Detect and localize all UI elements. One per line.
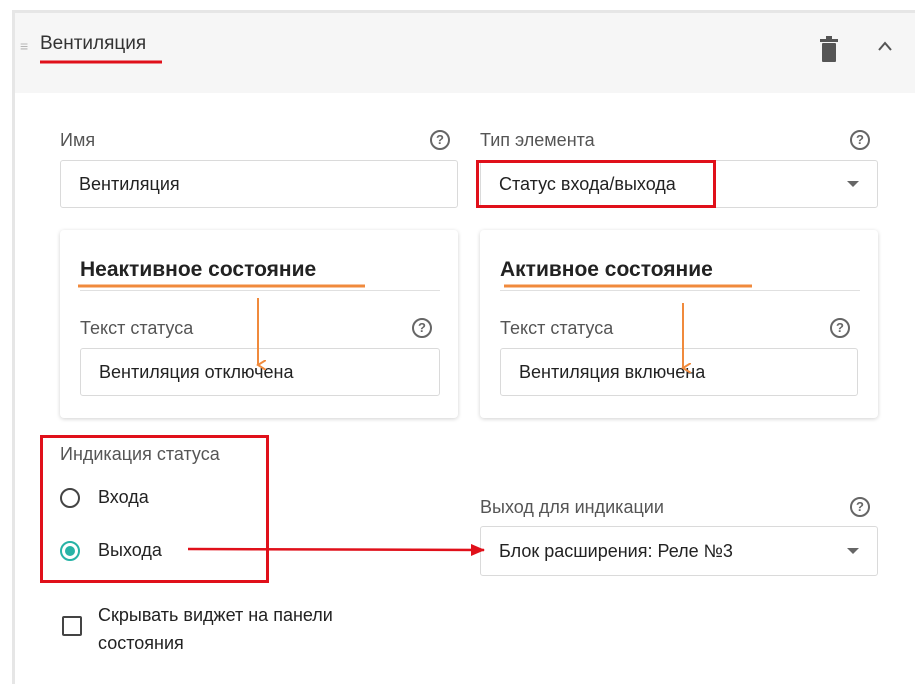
active-status-text-label: Текст статуса [500,318,614,338]
panel-header[interactable]: ≡ Вентиляция [15,13,915,93]
help-icon[interactable]: ? [830,318,850,338]
output-indication-select[interactable]: Блок расширения: Реле №3 [480,526,878,576]
name-label: Имя [60,130,96,150]
active-state-card: Активное состояние Текст статуса ? Венти… [480,230,878,418]
hide-widget-label-line1: Скрывать виджет на панели [98,605,333,625]
annotation-box-status [40,435,269,583]
inactive-card-title: Неактивное состояние [80,258,317,281]
hide-widget-label[interactable]: Скрывать виджет на панели состояния [98,601,333,657]
hide-widget-checkbox[interactable] [62,616,82,636]
inactive-status-text-value: Вентиляция отключена [99,361,294,382]
active-status-text-input[interactable]: Вентиляция включена [500,348,858,396]
dropdown-caret-icon [847,181,859,187]
active-status-text-value: Вентиляция включена [519,361,706,382]
element-type-label: Тип элемента [480,130,595,150]
help-icon[interactable]: ? [850,497,870,517]
panel-title: Вентиляция [40,33,147,54]
help-icon[interactable]: ? [412,318,432,338]
chevron-up-icon[interactable] [877,40,893,52]
help-icon[interactable]: ? [430,130,450,150]
divider [500,290,860,291]
drag-handle-icon[interactable]: ≡ [20,39,28,53]
inactive-status-text-label: Текст статуса [80,318,194,338]
output-indication-label: Выход для индикации [480,497,664,517]
help-icon[interactable]: ? [850,130,870,150]
divider [80,290,440,291]
inactive-state-card: Неактивное состояние Текст статуса ? Вен… [60,230,458,418]
trash-icon[interactable] [820,36,838,62]
output-indication-value: Блок расширения: Реле №3 [499,540,733,561]
hide-widget-label-line2: состояния [98,633,184,653]
annotation-box-type [476,160,716,208]
name-input-value: Вентиляция [79,173,180,194]
active-card-title: Активное состояние [500,258,713,281]
name-input[interactable]: Вентиляция [60,160,458,208]
dropdown-caret-icon [847,548,859,554]
inactive-status-text-input[interactable]: Вентиляция отключена [80,348,440,396]
